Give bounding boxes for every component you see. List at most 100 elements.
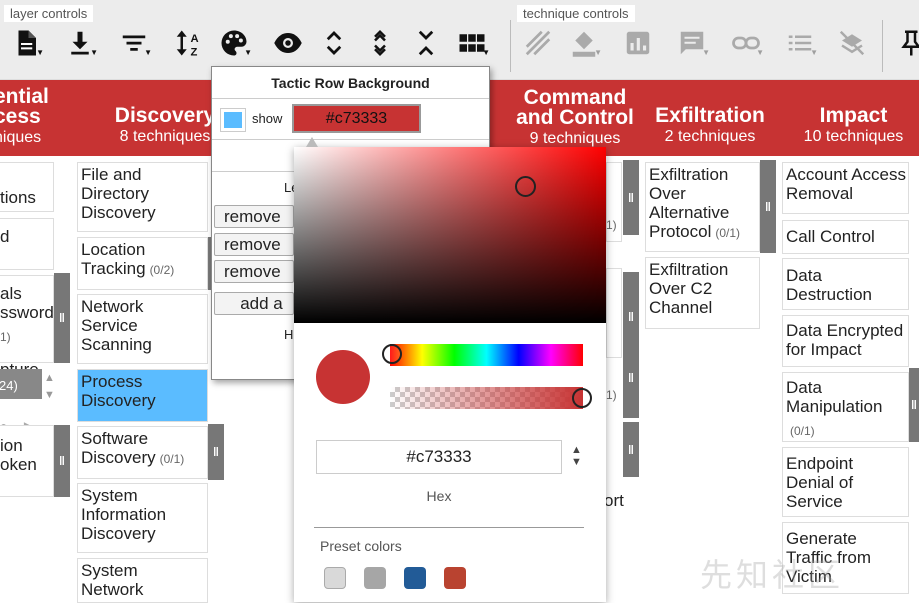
document-icon[interactable]: ▼ xyxy=(8,25,44,61)
selection-icon[interactable] xyxy=(520,25,556,61)
technique-cell[interactable]: tions xyxy=(0,162,54,212)
hex-color-input[interactable]: #c73333 xyxy=(292,104,421,133)
technique-cell[interactable]: Data Manipulation (0/1) xyxy=(782,372,909,442)
tactic-header-impact[interactable]: Impact 10 techniques xyxy=(788,80,919,156)
technique-cell[interactable]: Call Control xyxy=(782,220,909,254)
remove-button[interactable]: remove xyxy=(214,233,294,256)
expand-icon[interactable] xyxy=(316,25,352,61)
technique-label: Exfiltration Over C2 Channel xyxy=(649,260,729,317)
tactic-name: Impact xyxy=(819,104,888,127)
technique-label: Call Control xyxy=(786,227,875,246)
comment-icon[interactable]: ▼ xyxy=(674,25,710,61)
saturation-handle[interactable] xyxy=(515,176,536,197)
technique-cell[interactable]: Data Encrypted for Impact xyxy=(782,315,909,367)
download-icon[interactable]: ▼ xyxy=(62,25,98,61)
subtechnique-toggle[interactable]: ǁ xyxy=(623,338,639,418)
link-icon[interactable]: ▼ xyxy=(728,25,764,61)
preset-color-swatch[interactable] xyxy=(324,567,346,589)
technique-label: Data Manipulation xyxy=(786,378,883,416)
technique-cell[interactable]: Network Service Scanning xyxy=(77,294,208,364)
pin-icon[interactable] xyxy=(892,25,919,61)
shrink-icon[interactable] xyxy=(408,25,444,61)
add-legend-button[interactable]: add a xyxy=(214,292,294,315)
collapse-icon[interactable] xyxy=(362,25,398,61)
svg-text:A: A xyxy=(191,33,199,45)
technique-cell-selected[interactable]: Process Discovery xyxy=(77,369,208,422)
picker-arrow xyxy=(306,137,318,147)
technique-cell[interactable]: Account Access Removal xyxy=(782,162,909,214)
subtechnique-toggle[interactable]: ǁ xyxy=(909,368,919,442)
preset-color-swatch[interactable] xyxy=(404,567,426,589)
tactic-count: 10 techniques xyxy=(803,128,904,145)
preset-color-swatch[interactable] xyxy=(364,567,386,589)
fill-color-icon[interactable]: ▼ xyxy=(566,25,602,61)
help-label: H xyxy=(284,327,294,342)
format-toggle-icon[interactable]: ▲ ▼ xyxy=(571,444,582,468)
grid-icon[interactable]: ▼ xyxy=(454,25,490,61)
saturation-area[interactable] xyxy=(294,147,606,323)
technique-count: 1) xyxy=(606,388,617,402)
alpha-slider[interactable] xyxy=(390,387,583,409)
technique-cell[interactable]: als ssword xyxy=(0,275,54,363)
palette-icon[interactable]: ▼ xyxy=(216,25,252,61)
technique-cell[interactable]: Location Tracking (0/2) xyxy=(77,237,208,290)
preset-color-swatch[interactable] xyxy=(444,567,466,589)
list-icon[interactable]: ▼ xyxy=(782,25,818,61)
tactic-name: ential cess xyxy=(0,85,49,128)
technique-count: (0/2) xyxy=(149,263,175,277)
technique-cell[interactable]: System Network xyxy=(77,558,208,603)
color-swatch[interactable] xyxy=(220,108,246,132)
show-label: show xyxy=(252,111,283,126)
technique-controls-label: technique controls xyxy=(517,5,635,22)
technique-cell[interactable]: File and Directory Discovery xyxy=(77,162,208,232)
tactic-count: 2 techniques xyxy=(664,128,756,145)
technique-cell[interactable]: ort xyxy=(604,491,624,511)
technique-cell[interactable]: d xyxy=(0,218,54,270)
tactic-count: niques xyxy=(0,129,42,146)
eye-icon[interactable] xyxy=(270,25,306,61)
subtechnique-toggle[interactable]: ǁ xyxy=(760,160,776,253)
remove-button[interactable]: remove xyxy=(214,260,294,283)
technique-count: (0/1) xyxy=(159,452,185,466)
svg-text:Z: Z xyxy=(191,47,198,59)
technique-cell[interactable]: Exfiltration Over C2 Channel xyxy=(645,257,760,329)
technique-cell[interactable]: Data Destruction xyxy=(782,258,909,310)
subtechnique-toggle[interactable]: ǁ xyxy=(623,422,639,477)
alpha-handle[interactable] xyxy=(572,388,592,408)
technique-label: Software Discovery xyxy=(81,429,156,467)
technique-cell[interactable]: ion oken xyxy=(0,425,54,497)
score-icon[interactable] xyxy=(620,25,656,61)
technique-label: File and Directory Discovery xyxy=(81,165,156,222)
sort-az-icon[interactable]: AZ xyxy=(170,25,206,61)
divider xyxy=(212,139,489,140)
remove-button[interactable]: remove xyxy=(214,205,294,228)
hue-handle[interactable] xyxy=(382,344,402,364)
hue-slider[interactable] xyxy=(390,344,583,366)
subtechnique-toggle[interactable]: ǁ xyxy=(623,160,639,235)
technique-count: 1) xyxy=(606,218,617,232)
technique-label: System Network xyxy=(81,561,144,599)
tactic-header-exfiltration[interactable]: Exfiltration 2 techniques xyxy=(645,80,775,156)
popup-title: Tactic Row Background xyxy=(212,67,489,99)
technique-count: (0/1) xyxy=(715,226,741,240)
clear-icon[interactable] xyxy=(834,25,870,61)
subtechnique-toggle[interactable]: ǁ xyxy=(54,273,70,363)
tactic-header-command-and-control[interactable]: Command and Control 9 techniques xyxy=(505,80,645,156)
technique-cell[interactable]: Software Discovery (0/1) xyxy=(77,426,208,479)
c2-cell-edge xyxy=(606,268,622,358)
technique-label: Account Access Removal xyxy=(786,165,907,203)
technique-label: Data Destruction xyxy=(786,266,872,304)
hex-input[interactable]: #c73333 xyxy=(316,440,562,474)
layer-controls-label: layer controls xyxy=(4,5,94,22)
technique-label: System Information Discovery xyxy=(81,486,167,543)
color-picker: #c73333 ▲ ▼ Hex Preset colors xyxy=(294,137,606,602)
technique-cell[interactable]: Endpoint Denial of Service xyxy=(782,447,909,517)
technique-cell[interactable]: Exfiltration Over Alternative Protocol (0… xyxy=(645,162,760,252)
filter-icon[interactable]: ▼ xyxy=(116,25,152,61)
technique-cell[interactable]: System Information Discovery xyxy=(77,483,208,553)
scroll-arrows[interactable]: ▲ ▼ xyxy=(44,370,55,404)
divider xyxy=(314,527,584,528)
tactic-header-credential-access[interactable]: ential cess niques xyxy=(0,80,64,156)
subtechnique-toggle[interactable]: ǁ xyxy=(208,424,224,480)
subtechnique-toggle[interactable]: ǁ xyxy=(54,425,70,497)
